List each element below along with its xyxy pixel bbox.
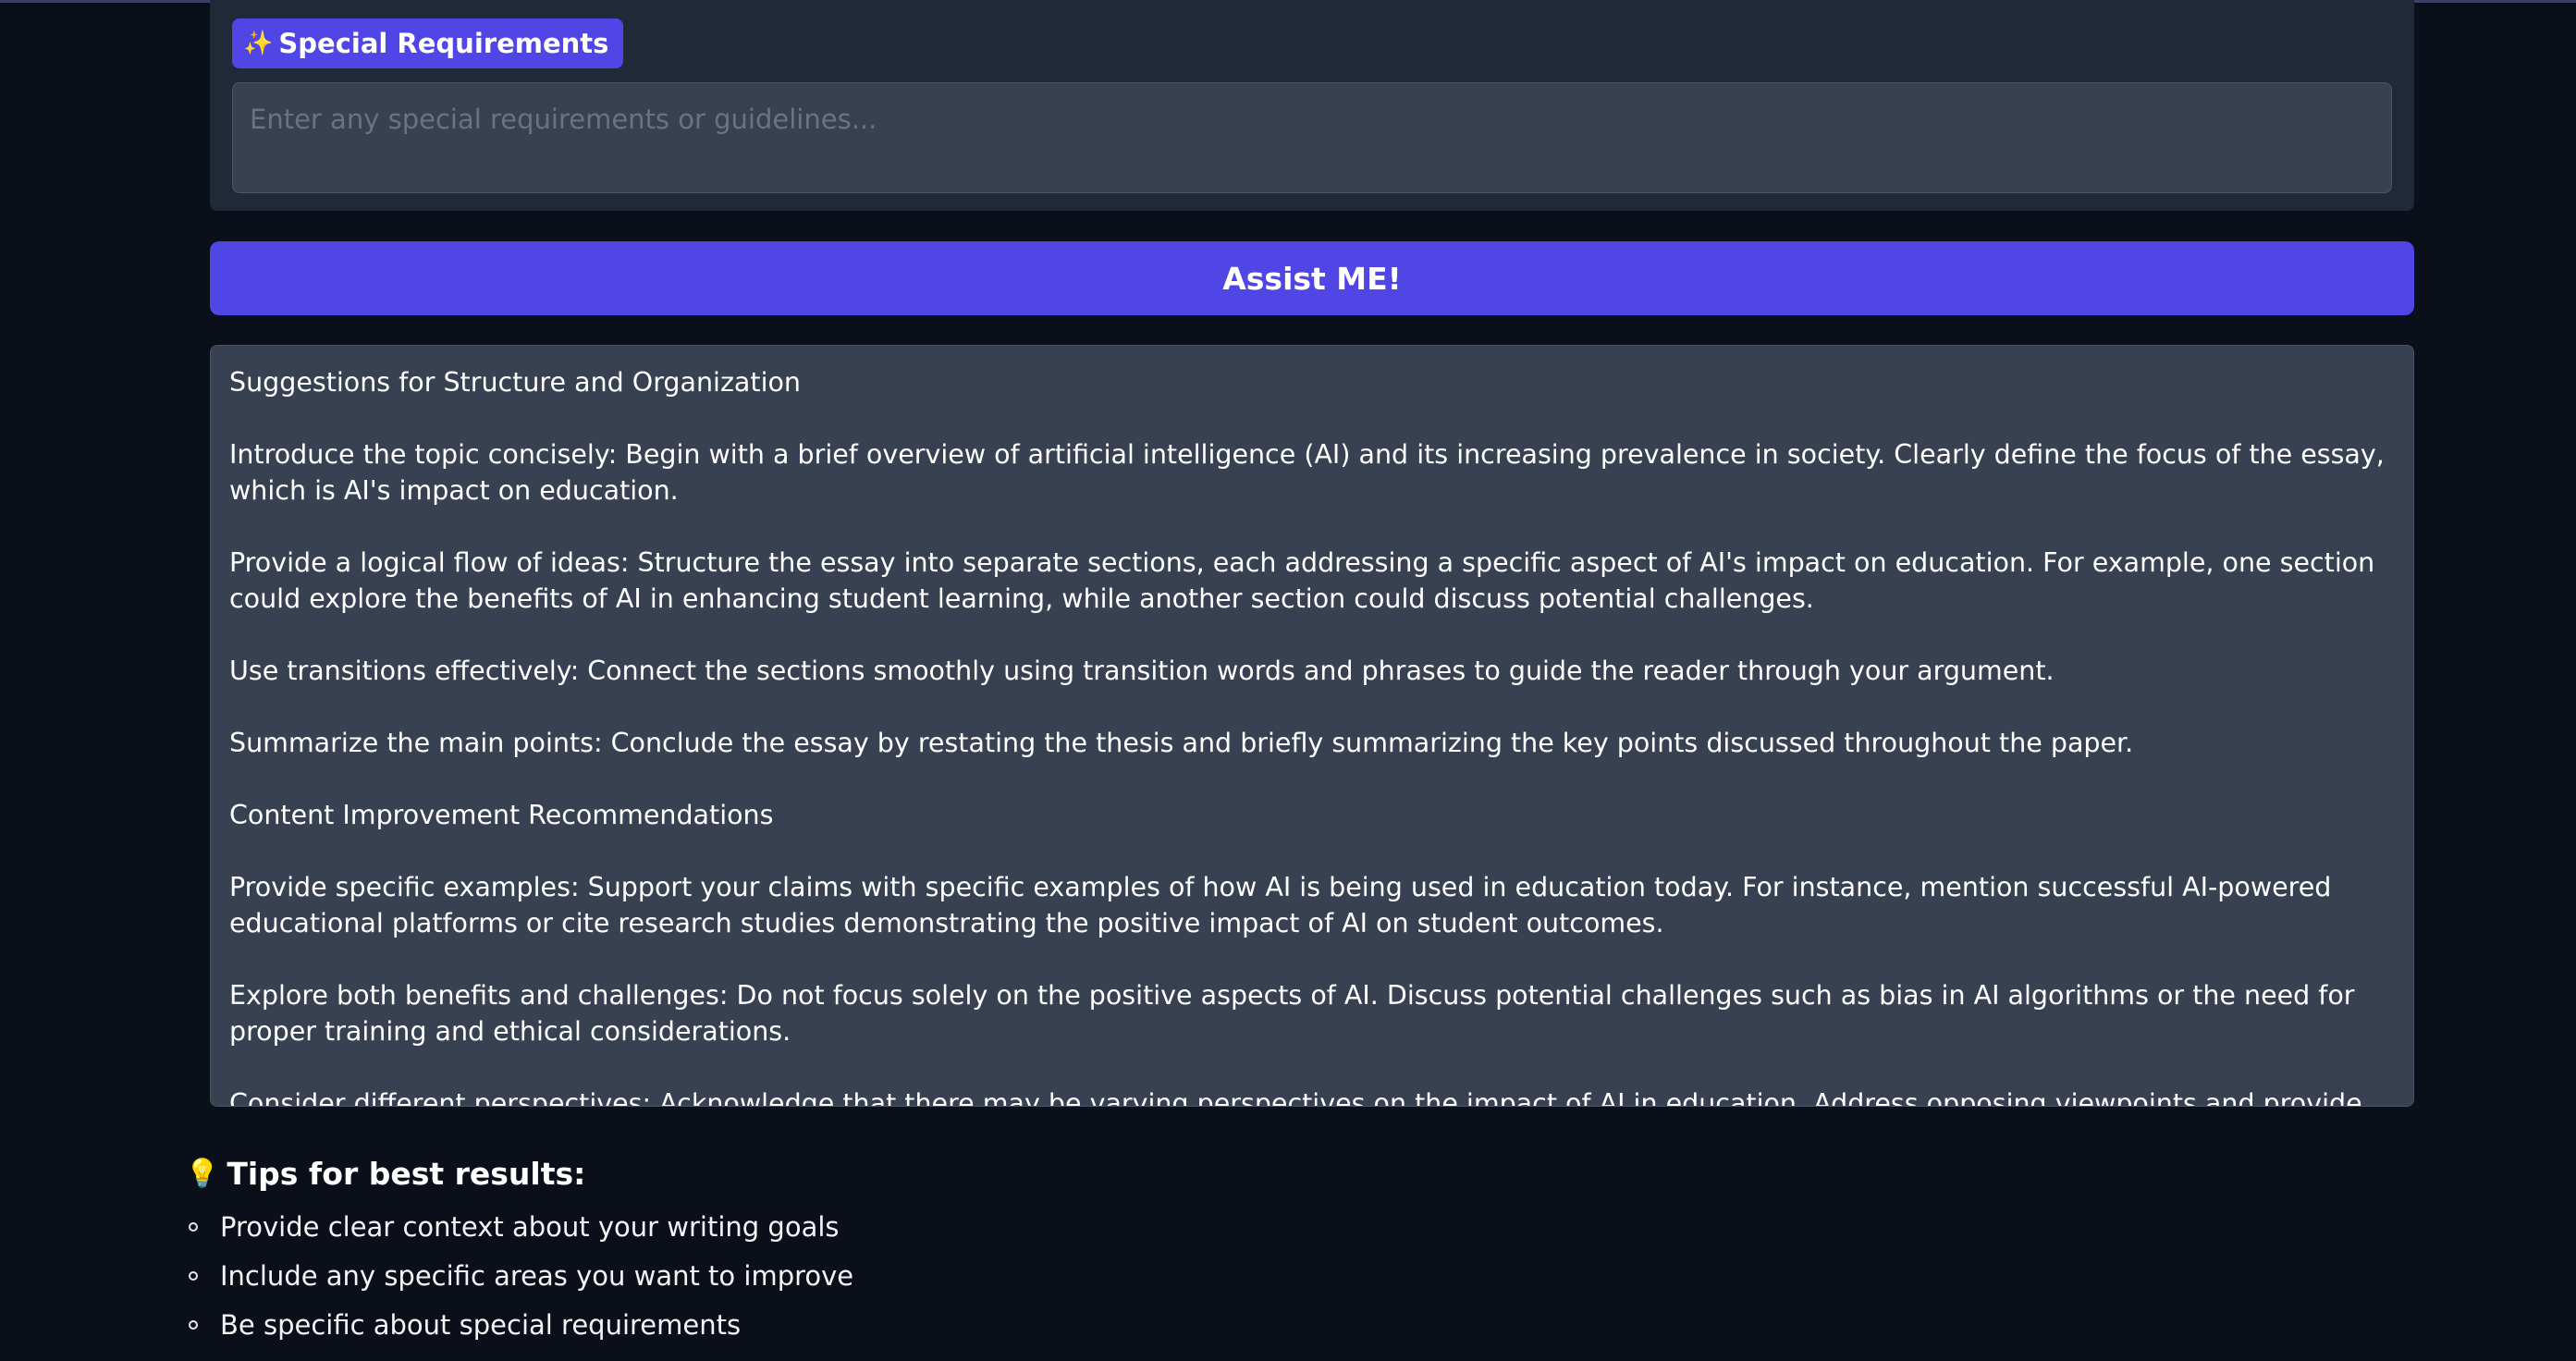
tip-item: Include any specific areas you want to i…: [185, 1251, 2312, 1300]
output-paragraph: Provide specific examples: Support your …: [229, 872, 2332, 938]
output-paragraph: Content Improvement Recommendations: [229, 800, 774, 830]
output-paragraph: Provide a logical flow of ideas: Structu…: [229, 547, 2375, 614]
lightbulb-icon: 💡: [185, 1157, 220, 1190]
output-textbox[interactable]: Suggestions for Structure and Organizati…: [210, 345, 2414, 1107]
tip-text: Provide clear context about your writing…: [220, 1210, 840, 1243]
output-paragraph: Suggestions for Structure and Organizati…: [229, 367, 801, 398]
output-paragraph: Use transitions effectively: Connect the…: [229, 656, 2055, 686]
tips-section: 💡 Tips for best results: Provide clear c…: [185, 1152, 2312, 1349]
tip-text: Include any specific areas you want to i…: [220, 1259, 854, 1292]
tips-list: Provide clear context about your writing…: [185, 1202, 2312, 1349]
tip-text: Be specific about special requirements: [220, 1308, 742, 1341]
output-paragraph: Summarize the main points: Conclude the …: [229, 728, 2134, 758]
tip-item: Provide clear context about your writing…: [185, 1202, 2312, 1251]
tips-heading: 💡 Tips for best results:: [185, 1152, 2312, 1195]
special-requirements-label-text: Special Requirements: [278, 28, 609, 59]
circle-bullet-icon: [189, 1270, 198, 1281]
special-requirements-input[interactable]: [232, 82, 2392, 193]
tips-heading-text: Tips for best results:: [227, 1155, 586, 1192]
circle-bullet-icon: [189, 1319, 198, 1330]
assist-me-button[interactable]: Assist ME!: [210, 241, 2414, 315]
tip-item: Be specific about special requirements: [185, 1300, 2312, 1349]
sparkle-icon: ✨: [243, 30, 274, 57]
special-requirements-panel: ✨ Special Requirements: [210, 0, 2414, 211]
output-paragraph: Explore both benefits and challenges: Do…: [229, 980, 2355, 1047]
output-paragraph: Consider different perspectives: Acknowl…: [229, 1088, 2362, 1107]
output-paragraph: Introduce the topic concisely: Begin wit…: [229, 439, 2385, 506]
special-requirements-label: ✨ Special Requirements: [232, 18, 624, 68]
circle-bullet-icon: [189, 1221, 198, 1232]
